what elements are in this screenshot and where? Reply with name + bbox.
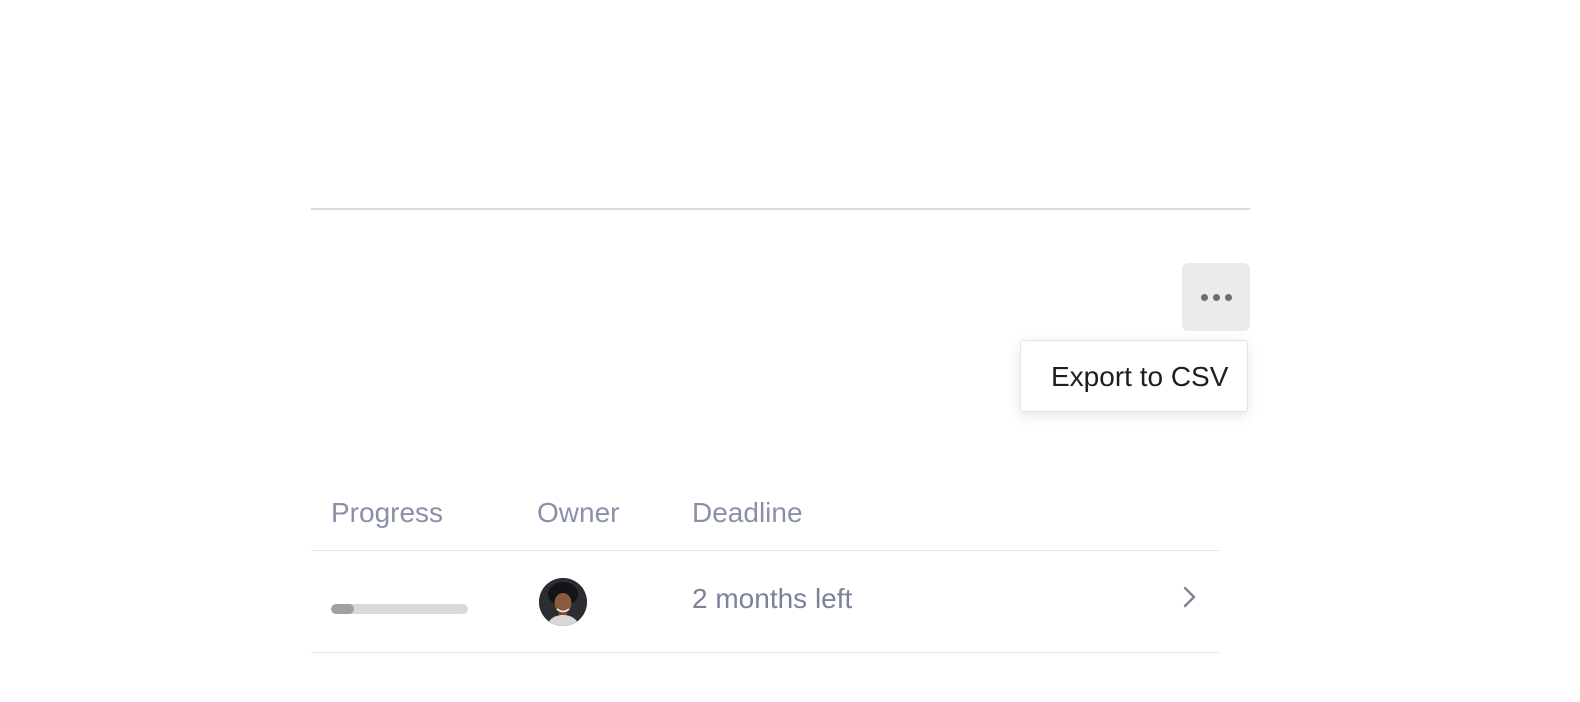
- chevron-right-icon[interactable]: [1179, 585, 1199, 609]
- menu-item-export-csv[interactable]: Export to CSV: [1051, 341, 1228, 413]
- avatar-image: [539, 578, 587, 626]
- page: Export to CSV Progress Owner Deadline 2 …: [0, 0, 1580, 702]
- avatar: [539, 578, 587, 626]
- more-horizontal-icon: [1212, 293, 1220, 301]
- progress-bar-fill: [331, 604, 355, 614]
- progress-bar: [331, 604, 468, 614]
- section-divider: [311, 208, 1250, 210]
- more-horizontal-icon: [1224, 293, 1232, 301]
- column-header-progress: Progress: [331, 497, 444, 528]
- table-row-divider: [311, 652, 1219, 653]
- column-header-deadline: Deadline: [692, 497, 803, 528]
- more-horizontal-icon: [1200, 293, 1208, 301]
- column-header-owner: Owner: [537, 497, 620, 528]
- dropdown-menu: Export to CSV: [1020, 340, 1248, 412]
- more-options-button[interactable]: [1182, 263, 1250, 331]
- table-row[interactable]: 2 months left: [311, 551, 1219, 652]
- deadline-value: 2 months left: [692, 583, 853, 614]
